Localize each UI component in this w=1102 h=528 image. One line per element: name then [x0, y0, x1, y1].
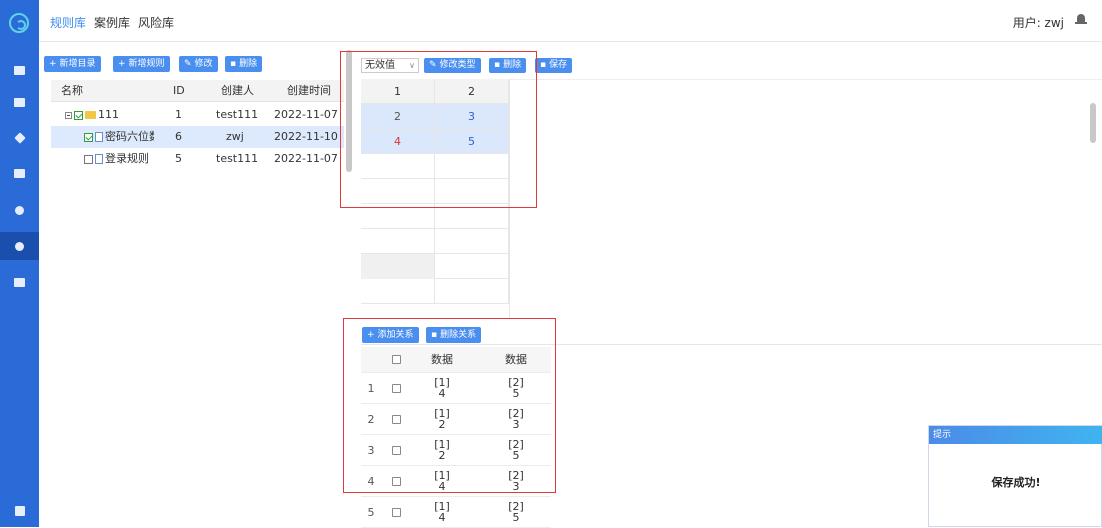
file-icon	[95, 154, 103, 164]
relation-row[interactable]: 5 [1] 4 [2] 5	[361, 497, 551, 528]
edit-icon: ✎	[184, 59, 192, 69]
annotation-box	[343, 318, 556, 493]
row-creator: zwj	[226, 130, 244, 143]
monitor-icon[interactable]	[0, 56, 39, 84]
sidebar	[0, 0, 39, 527]
layers-icon[interactable]	[0, 124, 39, 152]
grid-row[interactable]	[361, 254, 509, 279]
trash-icon: ▪	[230, 59, 237, 69]
clock-icon[interactable]	[0, 196, 39, 224]
top-nav: 规则库 案例库 风险库 用户: zwj	[39, 0, 1102, 42]
tab-risk-library[interactable]: 风险库	[138, 14, 174, 31]
checkbox[interactable]	[84, 154, 93, 164]
toast-dialog: 提示 保存成功!	[928, 425, 1102, 527]
right-scrollbar[interactable]	[1090, 103, 1096, 143]
right-panel	[509, 79, 1102, 318]
delete-button[interactable]: ▪ 删除	[225, 56, 263, 72]
row-time: 2022-11-07	[274, 108, 338, 121]
edit-button[interactable]: ✎ 修改	[179, 56, 218, 72]
save-button[interactable]: ▪ 保存	[535, 58, 573, 73]
annotation-box	[340, 51, 537, 208]
folder-icon	[85, 111, 96, 119]
grid-row[interactable]	[361, 229, 509, 254]
tab-case-library[interactable]: 案例库	[94, 14, 130, 31]
tab-rule-library[interactable]: 规则库	[50, 14, 86, 31]
tree-node-name: 登录规则	[84, 148, 149, 170]
column-header-id: ID	[173, 84, 185, 97]
toast-message: 保存成功!	[991, 476, 1041, 489]
add-rule-button[interactable]: + 新增规则	[113, 56, 170, 72]
add-directory-button[interactable]: + 新增目录	[44, 56, 101, 72]
row-number: 5	[367, 506, 375, 519]
tree-row[interactable]: 登录规则 5 test111 2022-11-07	[51, 148, 344, 170]
column-header-creator: 创建人	[221, 84, 254, 97]
file-icon	[95, 132, 103, 142]
tree-node-name: 密码六位数	[84, 126, 154, 148]
tree-row[interactable]: 111 1 test111 2022-11-07	[51, 104, 344, 126]
data-cell: [1] 4	[434, 500, 450, 524]
save-icon: ▪	[540, 60, 547, 70]
report-icon[interactable]	[0, 268, 39, 296]
grid-row[interactable]	[361, 279, 509, 304]
data-cell: [2] 5	[508, 500, 524, 524]
row-id: 1	[175, 108, 182, 121]
checkbox[interactable]	[74, 110, 83, 120]
plus-icon: +	[118, 59, 126, 69]
checkbox[interactable]	[84, 132, 93, 142]
tree-header: 名称 ID 创建人 创建时间	[51, 80, 344, 102]
plus-icon: +	[49, 59, 57, 69]
tree-node-name: 111	[65, 104, 119, 126]
bell-icon[interactable]	[1075, 14, 1087, 25]
tree-row[interactable]: 密码六位数 6 zwj 2022-11-10	[51, 126, 344, 148]
column-header-name: 名称	[61, 84, 83, 97]
column-header-time: 创建时间	[287, 84, 331, 97]
row-time: 2022-11-07	[274, 152, 338, 165]
menu-collapse-icon[interactable]	[0, 497, 39, 525]
row-creator: test111	[216, 108, 259, 121]
row-id: 6	[175, 130, 182, 143]
user-label: 用户: zwj	[1012, 16, 1064, 30]
toast-title: 提示	[929, 426, 1102, 444]
row-checkbox[interactable]	[387, 497, 405, 520]
row-creator: test111	[216, 152, 259, 165]
document-icon[interactable]	[0, 88, 39, 116]
row-time: 2022-11-10	[274, 130, 338, 143]
collapse-icon[interactable]	[65, 111, 72, 119]
database-icon[interactable]	[0, 232, 39, 260]
row-id: 5	[175, 152, 182, 165]
app-logo-icon	[9, 13, 29, 33]
server-icon[interactable]	[0, 159, 39, 187]
